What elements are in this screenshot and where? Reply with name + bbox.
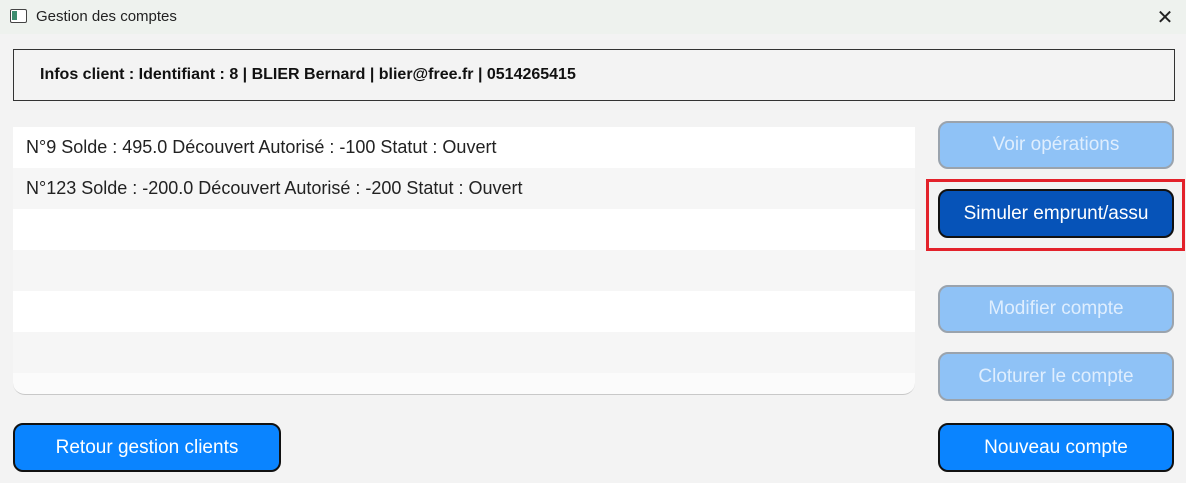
modifier-compte-button[interactable]: Modifier compte (938, 285, 1174, 333)
retour-gestion-clients-button[interactable]: Retour gestion clients (13, 423, 281, 472)
list-item[interactable]: N°9 Solde : 495.0 Découvert Autorisé : -… (13, 127, 915, 168)
accounts-list[interactable]: N°9 Solde : 495.0 Découvert Autorisé : -… (13, 127, 915, 395)
window-app-icon (10, 9, 27, 23)
client-info-text: Infos client : Identifiant : 8 | BLIER B… (40, 66, 576, 83)
list-item[interactable] (13, 291, 915, 332)
list-item[interactable]: N°123 Solde : -200.0 Découvert Autorisé … (13, 168, 915, 209)
voir-operations-button[interactable]: Voir opérations (938, 121, 1174, 169)
simuler-emprunt-button[interactable]: Simuler emprunt/assu (938, 189, 1174, 238)
title-bar: Gestion des comptes ✕ (0, 0, 1186, 34)
close-icon[interactable]: ✕ (1152, 4, 1178, 30)
client-info-panel: Infos client : Identifiant : 8 | BLIER B… (13, 49, 1175, 101)
cloturer-compte-button[interactable]: Cloturer le compte (938, 352, 1174, 401)
list-item[interactable] (13, 332, 915, 373)
window-title: Gestion des comptes (36, 8, 177, 25)
nouveau-compte-button[interactable]: Nouveau compte (938, 423, 1174, 472)
list-item[interactable] (13, 250, 915, 291)
list-item[interactable] (13, 209, 915, 250)
